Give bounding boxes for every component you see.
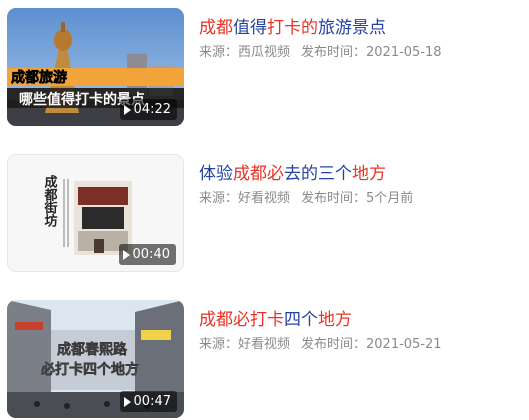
title-part: 成都 bbox=[199, 18, 233, 38]
video-item[interactable]: 成都春熙路 必打卡四个地方 00:47 成都必打卡四个地方 来源：好看视频 发布时… bbox=[0, 300, 529, 418]
duration-badge: 00:40 bbox=[118, 244, 176, 265]
video-thumbnail[interactable]: 成都旅游 哪些值得打卡的景点 04:22 bbox=[7, 8, 184, 126]
video-source: 来源：好看视频 bbox=[199, 191, 291, 206]
video-title[interactable]: 成都值得打卡的旅游景点 bbox=[199, 16, 386, 40]
video-list: 成都旅游 哪些值得打卡的景点 04:22 成都值得打卡的旅游景点 来源：西瓜视频… bbox=[0, 0, 529, 420]
publish-time: 发布时间：2021-05-18 bbox=[301, 45, 442, 60]
video-source: 来源：好看视频 bbox=[199, 337, 291, 352]
play-icon bbox=[123, 396, 131, 407]
title-part: 地方 bbox=[318, 310, 352, 330]
duration-badge: 04:22 bbox=[119, 99, 177, 120]
thumbnail-caption: 成都街坊 bbox=[42, 174, 59, 228]
title-part: 地方 bbox=[352, 164, 386, 184]
video-meta: 来源：西瓜视频 发布时间：2021-05-18 bbox=[199, 44, 442, 62]
thumbnail-caption: 必打卡四个地方 bbox=[40, 361, 139, 378]
title-part: 打卡的 bbox=[267, 18, 318, 38]
play-icon bbox=[122, 249, 130, 260]
title-part: 体验 bbox=[199, 164, 233, 184]
thumbnail-caption: 成都旅游 bbox=[11, 69, 67, 86]
title-part: 成都必 bbox=[233, 164, 284, 184]
thumbnail-caption: 成都春熙路 bbox=[57, 341, 128, 358]
video-thumbnail[interactable]: 成都春熙路 必打卡四个地方 00:47 bbox=[7, 300, 184, 418]
video-source: 来源：西瓜视频 bbox=[199, 45, 291, 60]
publish-time: 发布时间：5个月前 bbox=[301, 191, 414, 206]
title-part: 值得 bbox=[233, 18, 267, 38]
publish-time: 发布时间：2021-05-21 bbox=[301, 337, 442, 352]
video-title[interactable]: 体验成都必去的三个地方 bbox=[199, 162, 386, 186]
duration-text: 00:40 bbox=[132, 247, 170, 262]
video-meta: 来源：好看视频 发布时间：5个月前 bbox=[199, 190, 413, 208]
video-thumbnail[interactable]: 成都街坊 00:40 bbox=[7, 154, 184, 272]
video-item[interactable]: 成都街坊 00:40 体验成都必去的三个地方 来源：好看视频 发布时间：5个月前 bbox=[0, 154, 529, 272]
video-meta: 来源：好看视频 发布时间：2021-05-21 bbox=[199, 336, 442, 354]
duration-text: 04:22 bbox=[133, 102, 171, 117]
title-part: 去的三个 bbox=[284, 164, 352, 184]
duration-text: 00:47 bbox=[133, 394, 171, 409]
duration-badge: 00:47 bbox=[119, 391, 177, 412]
video-title[interactable]: 成都必打卡四个地方 bbox=[199, 308, 352, 332]
play-icon bbox=[123, 104, 131, 115]
video-item[interactable]: 成都旅游 哪些值得打卡的景点 04:22 成都值得打卡的旅游景点 来源：西瓜视频… bbox=[0, 8, 529, 126]
title-part: 旅游景点 bbox=[318, 18, 386, 38]
title-part: 成都必打卡 bbox=[199, 310, 284, 330]
title-part: 四个 bbox=[284, 310, 318, 330]
